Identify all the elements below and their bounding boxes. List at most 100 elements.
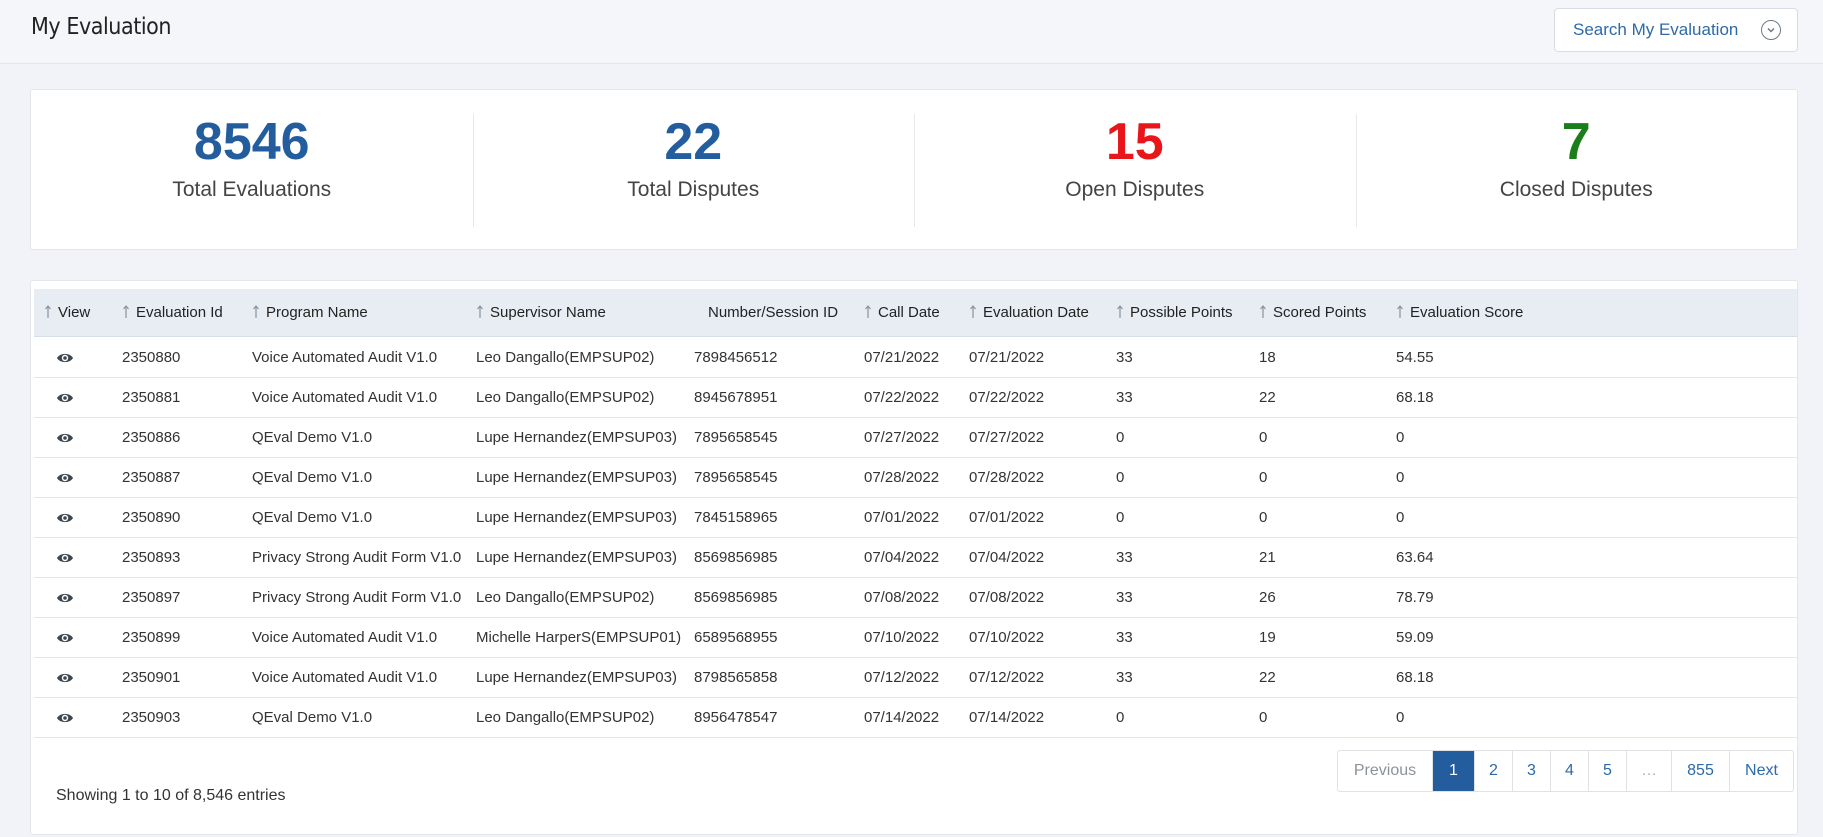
eye-icon[interactable] [56,551,74,565]
cell-supervisor-name: Lupe Hernandez(EMPSUP03) [476,469,677,486]
stat-total-evaluations: 8546 Total Evaluations [31,90,473,249]
cell-call-date: 07/12/2022 [864,669,940,686]
entries-info: Showing 1 to 10 of 8,546 entries [56,787,286,804]
chevron-down-icon [1761,20,1781,40]
table-row: 2350899 Voice Automated Audit V1.0 Michell… [34,618,1797,658]
pagination: Previous 1 2 3 4 5… 855 Next [1337,750,1794,792]
cell-evaluation-score: 54.55 [1396,349,1434,366]
evaluations-table: View Evaluation Id Program Name Supervisor … [30,280,1798,835]
eye-icon[interactable] [56,671,74,685]
search-button-label: Search My Evaluation [1573,20,1739,39]
table-row: 2350901 Voice Automated Audit V1.0 Lupe He… [34,658,1797,698]
column-header-label: Evaluation Score [1410,304,1524,321]
column-header-session-id[interactable]: Number/Session ID [708,289,838,337]
cell-evaluation-id: 2350887 [122,469,181,486]
table-row: 2350890 QEval Demo V1.0 Lupe Hernandez(EMP… [34,498,1797,538]
cell-evaluation-date: 07/10/2022 [969,629,1045,646]
eye-icon[interactable] [56,351,74,365]
cell-possible-points: 33 [1116,389,1133,406]
cell-session-id: 7895658545 [694,429,778,446]
cell-program-name: Voice Automated Audit V1.0 [252,629,438,646]
top-bar: My Evaluation Search My Evaluation [0,0,1823,64]
stat-closed-disputes: 7 Closed Disputes [1355,90,1798,249]
cell-evaluation-date: 07/14/2022 [969,709,1045,726]
cell-possible-points: 0 [1116,509,1125,526]
stat-total-disputes: 22 Total Disputes [472,90,915,249]
cell-evaluation-score: 0 [1396,709,1405,726]
cell-program-name: Voice Automated Audit V1.0 [252,389,438,406]
cell-program-name: QEval Demo V1.0 [252,469,373,486]
column-header-label: Scored Points [1273,304,1367,321]
cell-scored-points: 26 [1259,589,1276,606]
eye-icon[interactable] [56,591,74,605]
sort-icon [1396,291,1404,318]
cell-session-id: 7845158965 [694,509,778,526]
eye-icon[interactable] [56,391,74,405]
cell-program-name: Voice Automated Audit V1.0 [252,669,438,686]
stat-label: Total Disputes [627,178,760,201]
table-row: 2350886 QEval Demo V1.0 Lupe Hernandez(EMP… [34,418,1797,458]
stat-value: 22 [664,113,723,171]
column-header-scored-points[interactable]: Scored Points [1259,289,1366,337]
cell-supervisor-name: Leo Dangallo(EMPSUP02) [476,349,655,366]
column-header-evaluation-score[interactable]: Evaluation Score [1396,289,1523,337]
cell-call-date: 07/08/2022 [864,589,940,606]
page-1-button[interactable]: 1 [1432,751,1474,791]
page-5-button[interactable]: 5 [1588,751,1626,791]
cell-evaluation-score: 63.64 [1396,549,1434,566]
cell-session-id: 8956478547 [694,709,778,726]
cell-session-id: 7895658545 [694,469,778,486]
cell-session-id: 6589568955 [694,629,778,646]
eye-icon[interactable] [56,471,74,485]
cell-supervisor-name: Lupe Hernandez(EMPSUP03) [476,549,677,566]
column-header-label: Evaluation Date [983,304,1089,321]
column-header-view[interactable]: View [44,289,90,337]
cell-evaluation-id: 2350890 [122,509,181,526]
eye-icon[interactable] [56,711,74,725]
cell-supervisor-name: Lupe Hernandez(EMPSUP03) [476,429,677,446]
stat-value: 8546 [193,113,310,171]
column-header-program-name[interactable]: Program Name [252,289,368,337]
cell-supervisor-name: Lupe Hernandez(EMPSUP03) [476,509,677,526]
cell-supervisor-name: Leo Dangallo(EMPSUP02) [476,709,655,726]
page-2-button[interactable]: 2 [1474,751,1512,791]
column-header-label: Call Date [878,304,940,321]
table-row: 2350880 Voice Automated Audit V1.0 Leo Dan… [34,338,1797,378]
pagination-ellipsis: … [1626,751,1671,791]
eye-icon[interactable] [56,511,74,525]
page-title: My Evaluation [31,14,172,40]
search-my-evaluation-button[interactable]: Search My Evaluation [1554,8,1798,52]
cell-program-name: Privacy Strong Audit Form V1.0 [252,589,462,606]
cell-possible-points: 33 [1116,589,1133,606]
column-header-possible-points[interactable]: Possible Points [1116,289,1233,337]
next-button[interactable]: Next [1729,751,1793,791]
cell-evaluation-date: 07/21/2022 [969,349,1045,366]
table-row: 2350887 QEval Demo V1.0 Lupe Hernandez(EMP… [34,458,1797,498]
cell-evaluation-date: 07/28/2022 [969,469,1045,486]
cell-scored-points: 21 [1259,549,1276,566]
column-header-supervisor-name[interactable]: Supervisor Name [476,289,606,337]
table-row: 2350903 QEval Demo V1.0 Leo Dangallo(EMPSU… [34,698,1797,738]
cell-possible-points: 0 [1116,469,1125,486]
stat-value: 15 [1105,113,1164,171]
cell-scored-points: 18 [1259,349,1276,366]
eye-icon[interactable] [56,631,74,645]
page-855-button[interactable]: 855 [1671,751,1729,791]
cell-evaluation-id: 2350899 [122,629,181,646]
stat-label: Closed Disputes [1499,178,1653,201]
cell-evaluation-score: 59.09 [1396,629,1434,646]
cell-session-id: 7898456512 [694,349,778,366]
column-header-evaluation-date[interactable]: Evaluation Date [969,289,1089,337]
cell-evaluation-date: 07/12/2022 [969,669,1045,686]
cell-evaluation-id: 2350897 [122,589,181,606]
cell-supervisor-name: Leo Dangallo(EMPSUP02) [476,589,655,606]
column-header-call-date[interactable]: Call Date [864,289,940,337]
eye-icon[interactable] [56,431,74,445]
cell-supervisor-name: Leo Dangallo(EMPSUP02) [476,389,655,406]
page-3-button[interactable]: 3 [1512,751,1550,791]
column-header-evaluation-id[interactable]: Evaluation Id [122,289,223,337]
sort-icon [1116,291,1124,318]
previous-button[interactable]: Previous [1338,751,1432,791]
page-4-button[interactable]: 4 [1550,751,1588,791]
sort-icon [44,291,52,318]
